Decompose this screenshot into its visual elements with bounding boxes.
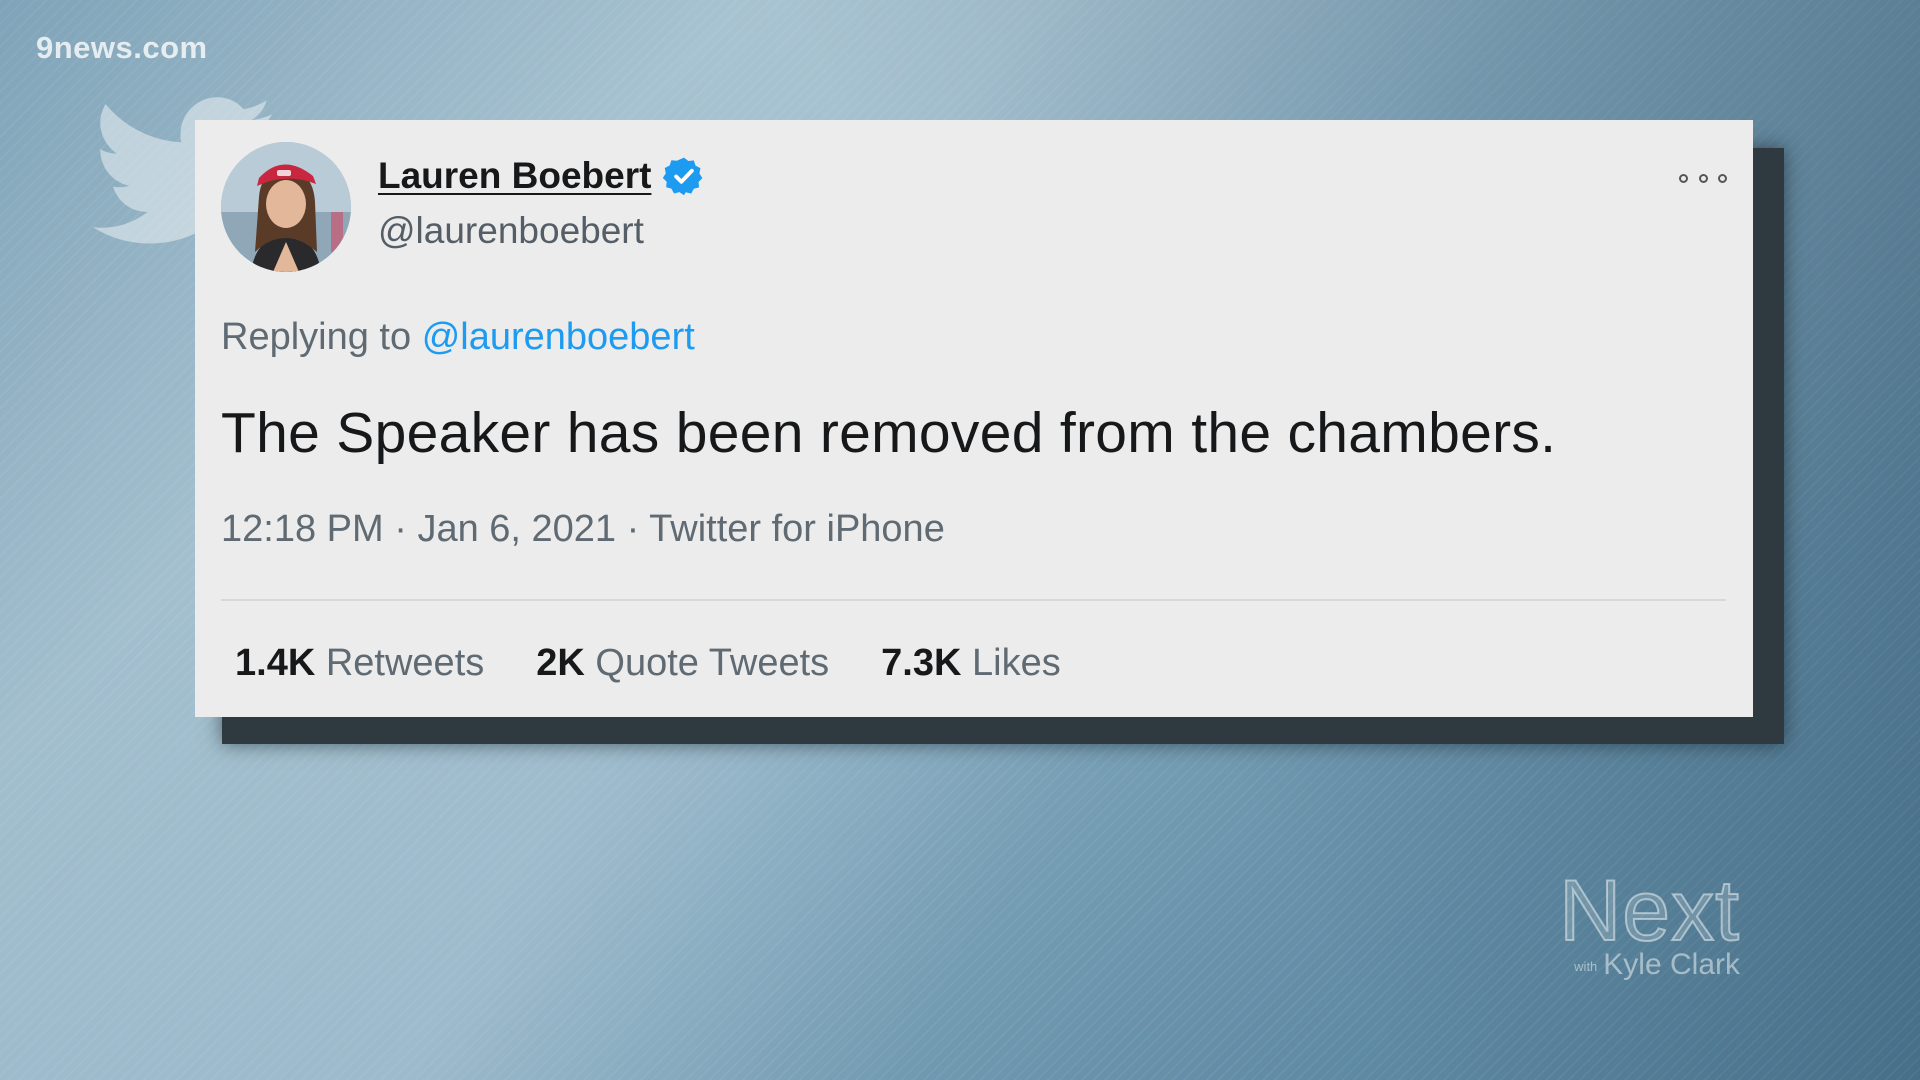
author-display-name[interactable]: Lauren Boebert bbox=[378, 155, 651, 197]
tweet-metadata: 12:18 PM · Jan 6, 2021 · Twitter for iPh… bbox=[221, 508, 945, 551]
avatar[interactable] bbox=[221, 142, 351, 272]
stat-label: Quote Tweets bbox=[595, 642, 830, 684]
stat-count: 1.4K bbox=[235, 642, 316, 684]
stat-count: 2K bbox=[536, 642, 585, 684]
show-logo-host: Kyle Clark bbox=[1603, 948, 1740, 981]
tweet-source[interactable]: Twitter for iPhone bbox=[649, 508, 945, 550]
reply-context: Replying to @laurenboebert bbox=[221, 316, 695, 359]
likes-stat[interactable]: 7.3K Likes bbox=[881, 642, 1061, 685]
verified-badge-icon bbox=[663, 157, 703, 196]
stat-count: 7.3K bbox=[881, 642, 962, 684]
avatar-photo bbox=[221, 142, 351, 272]
show-logo: Next with Kyle Clark bbox=[1540, 863, 1740, 982]
tweet-date[interactable]: Jan 6, 2021 bbox=[417, 508, 616, 550]
more-dot bbox=[1679, 173, 1688, 183]
author-handle[interactable]: @laurenboebert bbox=[378, 210, 644, 252]
tweet-stats: 1.4K Retweets 2K Quote Tweets 7.3K Likes bbox=[235, 642, 1113, 685]
retweets-stat[interactable]: 1.4K Retweets bbox=[235, 642, 484, 685]
reply-prefix: Replying to bbox=[221, 316, 412, 358]
meta-separator: · bbox=[626, 508, 640, 550]
author-name-row: Lauren Boebert bbox=[378, 155, 705, 197]
show-logo-with: with bbox=[1574, 958, 1598, 974]
stat-label: Retweets bbox=[325, 642, 485, 684]
reply-mention-link[interactable]: @laurenboebert bbox=[422, 316, 695, 358]
more-options-icon[interactable] bbox=[1679, 168, 1727, 188]
tweet-card: Lauren Boebert @laurenboebert Replying t… bbox=[195, 120, 1753, 717]
show-logo-title: Next bbox=[1558, 863, 1740, 959]
tweet-time[interactable]: 12:18 PM bbox=[221, 508, 384, 550]
channel-watermark: 9news.com bbox=[36, 30, 208, 65]
more-dot bbox=[1718, 173, 1727, 183]
divider bbox=[221, 599, 1726, 601]
more-dot bbox=[1698, 173, 1708, 183]
quote-tweets-stat[interactable]: 2K Quote Tweets bbox=[536, 642, 829, 685]
meta-separator: · bbox=[394, 508, 407, 550]
stat-label: Likes bbox=[972, 642, 1061, 684]
tweet-text: The Speaker has been removed from the ch… bbox=[221, 401, 1557, 465]
